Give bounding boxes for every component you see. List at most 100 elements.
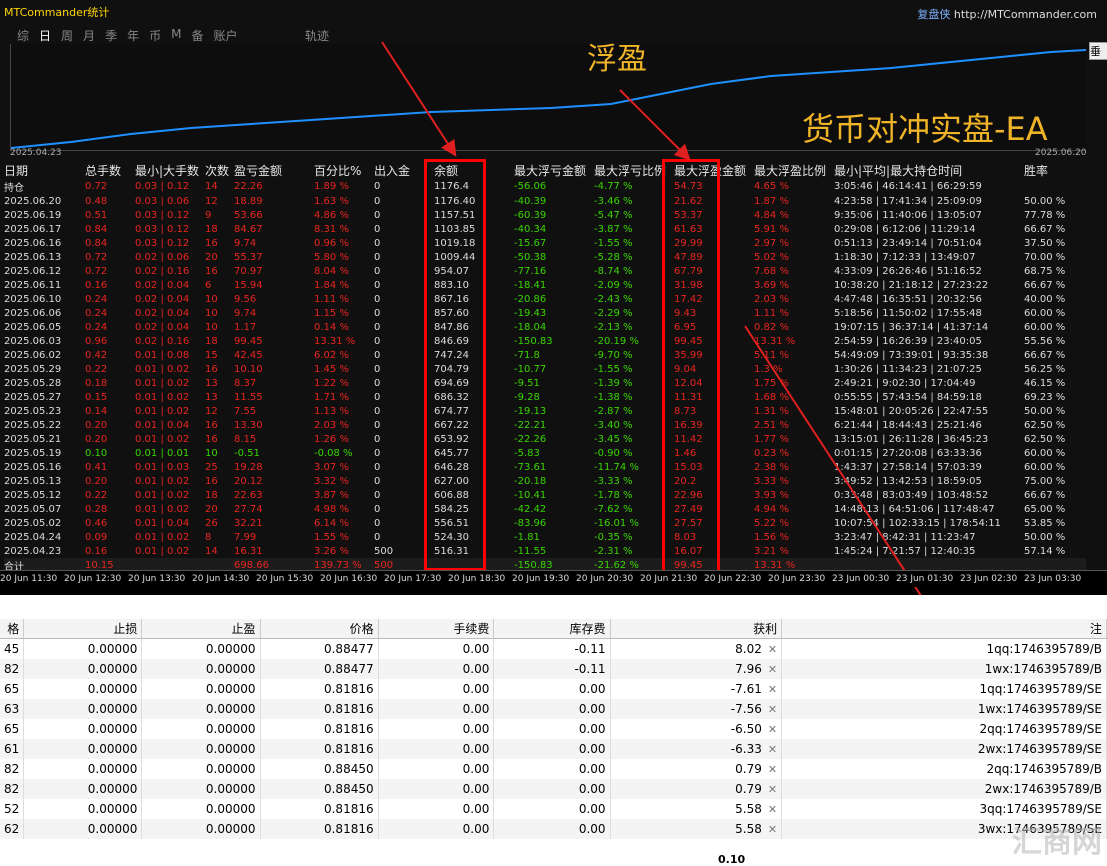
orders-header-cell[interactable]: 库存费 — [493, 619, 611, 639]
stats-header-cell[interactable]: 最小|大手数 — [135, 162, 205, 179]
stats-cell: 0.02 | 0.04 — [135, 321, 190, 333]
stats-row[interactable]: 2025.05.02 0.46 0.01 | 0.04 26 32.21 6.14 % 0 5… — [4, 516, 1086, 530]
stats-header-cell[interactable]: 最大浮亏金额 — [514, 162, 594, 179]
stats-row[interactable]: 2025.05.16 0.41 0.01 | 0.03 25 19.28 3.07 % 0 6… — [4, 460, 1086, 474]
stats-header-cell[interactable]: 最大浮盈比例 — [754, 162, 834, 179]
stats-cell: 0.15 — [85, 391, 108, 403]
orders-header-cell[interactable]: 注 — [781, 619, 1107, 639]
stats-row[interactable]: 2025.06.10 0.24 0.02 | 0.04 10 9.56 1.11 % 0 86… — [4, 292, 1086, 306]
order-row[interactable]: 82 0.00000 0.00000 0.88450 0.00 0.00 0.79 ✕ 2wx:… — [0, 779, 1107, 799]
tab-4[interactable]: 季 — [104, 27, 118, 44]
tab-2[interactable]: 周 — [60, 27, 74, 44]
stats-header-cell[interactable]: 总手数 — [85, 162, 135, 179]
stats-row[interactable]: 2025.05.23 0.14 0.01 | 0.02 12 7.55 1.13 % 0 67… — [4, 404, 1086, 418]
close-position-icon[interactable]: ✕ — [768, 723, 777, 736]
order-cell-value: 0.00 — [462, 682, 490, 696]
tab-8[interactable]: 备 — [190, 27, 204, 44]
orders-header-cell[interactable]: 止盈 — [141, 619, 261, 639]
stats-cell: 0:55:55 | 57:43:54 | 84:59:18 — [834, 391, 982, 403]
stats-row[interactable]: 2025.06.06 0.24 0.02 | 0.04 10 9.74 1.15 % 0 85… — [4, 306, 1086, 320]
period-tabs: 综日周月季年币 M 备账户 — [16, 27, 239, 44]
stats-row[interactable]: 2025.06.12 0.72 0.02 | 0.16 16 70.97 8.04 % 0 9… — [4, 264, 1086, 278]
close-position-icon[interactable]: ✕ — [768, 823, 777, 836]
stats-cell: 10 — [205, 447, 218, 459]
stats-header-cell[interactable]: 百分比% — [314, 162, 374, 179]
stats-row[interactable]: 2025.04.24 0.09 0.01 | 0.02 8 7.99 1.55 % 0 524… — [4, 530, 1086, 544]
orders-header-cell[interactable]: 格 — [0, 619, 25, 639]
stats-cell: 10 — [205, 293, 218, 305]
orders-header-cell[interactable]: 获利 — [610, 619, 783, 639]
stats-row[interactable]: 2025.05.21 0.20 0.01 | 0.02 16 8.15 1.26 % 0 65… — [4, 432, 1086, 446]
close-position-icon[interactable]: ✕ — [768, 703, 777, 716]
order-row[interactable]: 52 0.00000 0.00000 0.81816 0.00 0.00 5.58 ✕ 3qq:… — [0, 799, 1107, 819]
order-cell: 0.00000 — [23, 719, 143, 739]
orders-header-cell[interactable]: 价格 — [260, 619, 379, 639]
stats-row[interactable]: 2025.05.12 0.22 0.01 | 0.02 18 22.63 3.87 % 0 6… — [4, 488, 1086, 502]
order-row[interactable]: 65 0.00000 0.00000 0.81816 0.00 0.00 -7.61 ✕ 1qq… — [0, 679, 1107, 699]
order-cell-value: 0.00000 — [205, 822, 256, 836]
stats-header-cell[interactable]: 盈亏金额 — [234, 162, 314, 179]
order-row[interactable]: 45 0.00000 0.00000 0.88477 0.00 -0.11 8.02 ✕ 1qq… — [0, 638, 1107, 659]
stats-row[interactable]: 2025.05.07 0.28 0.01 | 0.02 20 27.74 4.98 % 0 5… — [4, 502, 1086, 516]
order-row[interactable]: 62 0.00000 0.00000 0.81816 0.00 0.00 5.58 ✕ 3wx:… — [0, 819, 1107, 839]
close-position-icon[interactable]: ✕ — [768, 643, 777, 656]
stats-cell: 46.15 % — [1024, 377, 1066, 389]
order-row[interactable]: 82 0.00000 0.00000 0.88477 0.00 -0.11 7.96 ✕ 1wx… — [0, 659, 1107, 679]
stats-cell: 0.01 | 0.03 — [135, 461, 190, 473]
orders-header-cell[interactable]: 止损 — [23, 619, 143, 639]
tab-0[interactable]: 综 — [16, 27, 30, 44]
tab-5[interactable]: 年 — [126, 27, 140, 44]
site-name-link[interactable]: 复盘侠 — [917, 8, 950, 21]
stats-row[interactable]: 2025.06.11 0.16 0.02 | 0.04 6 15.94 1.84 % 0 88… — [4, 278, 1086, 292]
stats-row[interactable]: 持仓 0.72 0.03 | 0.12 14 22.26 1.89 % 0 1176.4 -56… — [4, 179, 1086, 194]
stats-cell: 5.11 % — [754, 349, 789, 361]
stats-row[interactable]: 2025.06.05 0.24 0.02 | 0.04 10 1.17 0.14 % 0 84… — [4, 320, 1086, 334]
stats-row[interactable]: 2025.06.13 0.72 0.02 | 0.06 20 55.37 5.80 % 0 1… — [4, 250, 1086, 264]
stats-row[interactable]: 2025.05.28 0.18 0.01 | 0.02 13 8.37 1.22 % 0 69… — [4, 376, 1086, 390]
stats-row[interactable]: 2025.05.22 0.20 0.01 | 0.04 16 13.30 2.03 % 0 6… — [4, 418, 1086, 432]
stats-row[interactable]: 2025.06.17 0.84 0.03 | 0.12 18 84.67 8.31 % 0 1… — [4, 222, 1086, 236]
tab-3[interactable]: 月 — [82, 27, 96, 44]
tab-track[interactable]: 轨迹 — [305, 27, 329, 44]
stats-cell: 7.99 — [234, 531, 257, 543]
stats-row[interactable]: 2025.05.13 0.20 0.01 | 0.02 16 20.12 3.32 % 0 6… — [4, 474, 1086, 488]
order-row[interactable]: 65 0.00000 0.00000 0.81816 0.00 0.00 -6.50 ✕ 2qq… — [0, 719, 1107, 739]
order-cell-value: 82 — [4, 762, 20, 776]
close-position-icon[interactable]: ✕ — [768, 763, 777, 776]
stats-cell: 69.23 % — [1024, 391, 1066, 403]
stats-cell: 0.01 | 0.01 — [135, 447, 190, 459]
stats-cell: 20.12 — [234, 475, 263, 487]
close-position-icon[interactable]: ✕ — [768, 743, 777, 756]
stats-row[interactable]: 2025.06.02 0.42 0.01 | 0.08 15 42.45 6.02 % 0 7… — [4, 348, 1086, 362]
order-cell-value: 3qq:1746395789/SE — [979, 802, 1102, 816]
orders-header-cell[interactable]: 手续费 — [378, 619, 495, 639]
side-button[interactable]: 垂 — [1089, 42, 1107, 60]
order-row[interactable]: 61 0.00000 0.00000 0.81816 0.00 0.00 -6.33 ✕ 2wx… — [0, 739, 1107, 759]
close-position-icon[interactable]: ✕ — [768, 783, 777, 796]
close-position-icon[interactable]: ✕ — [768, 683, 777, 696]
stats-header-cell[interactable]: 日期 — [4, 162, 85, 179]
stats-header-cell[interactable]: 最小|平均|最大持仓时间 — [834, 162, 1024, 179]
stats-row[interactable]: 2025.06.19 0.51 0.03 | 0.12 9 53.66 4.86 % 0 11… — [4, 208, 1086, 222]
stats-row[interactable]: 2025.05.19 0.10 0.01 | 0.01 10 -0.51 -0.08 % 0… — [4, 446, 1086, 460]
tab-6[interactable]: 币 — [148, 27, 162, 44]
stats-header-cell[interactable]: 胜率 — [1024, 162, 1086, 179]
order-cell: 0.00000 — [23, 638, 143, 659]
tab-1[interactable]: 日 — [38, 27, 52, 44]
stats-row[interactable]: 2025.04.23 0.16 0.01 | 0.02 14 16.31 3.26 % 50… — [4, 544, 1086, 558]
order-cell-value: 0.00 — [462, 722, 490, 736]
close-position-icon[interactable]: ✕ — [768, 803, 777, 816]
tab-7[interactable]: M — [170, 27, 182, 44]
stats-row[interactable]: 2025.05.27 0.15 0.01 | 0.02 13 11.55 1.71 % 0 6… — [4, 390, 1086, 404]
site-url-link[interactable]: http://MTCommander.com — [954, 8, 1097, 21]
time-axis-label: 20 Jun 22:30 — [704, 574, 762, 584]
order-row[interactable]: 82 0.00000 0.00000 0.88450 0.00 0.00 0.79 ✕ 2qq:… — [0, 759, 1107, 779]
stats-row[interactable]: 2025.06.20 0.48 0.03 | 0.06 12 18.89 1.63 % 0 1… — [4, 194, 1086, 208]
tab-9[interactable]: 账户 — [212, 27, 238, 44]
stats-row[interactable]: 2025.05.29 0.22 0.01 | 0.02 16 10.10 1.45 % 0 7… — [4, 362, 1086, 376]
order-row[interactable]: 63 0.00000 0.00000 0.81816 0.00 0.00 -7.56 ✕ 1wx… — [0, 699, 1107, 719]
stats-header-cell[interactable]: 次数 — [205, 162, 234, 179]
stats-row[interactable]: 2025.06.16 0.84 0.03 | 0.12 16 9.74 0.96 % 0 10… — [4, 236, 1086, 250]
stats-row[interactable]: 2025.06.03 0.96 0.02 | 0.16 18 99.45 13.31 % 0… — [4, 334, 1086, 348]
close-position-icon[interactable]: ✕ — [768, 663, 777, 676]
